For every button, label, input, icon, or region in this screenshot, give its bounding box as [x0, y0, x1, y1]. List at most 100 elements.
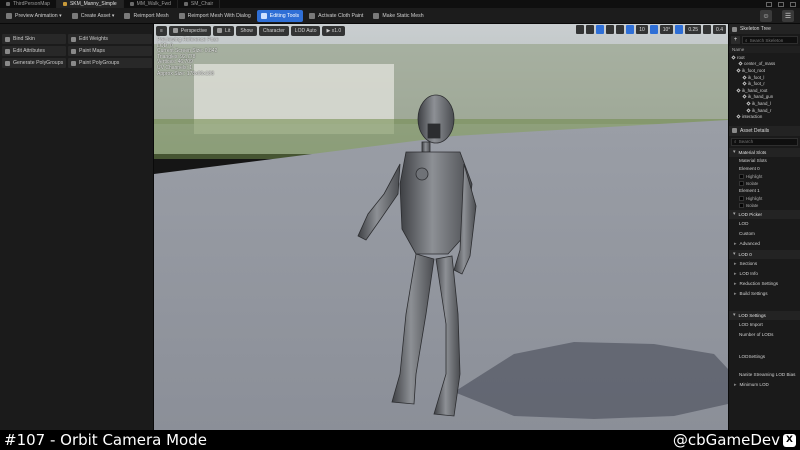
bone-icon: [742, 94, 747, 99]
button-label: Reimport Mesh With Dialog: [187, 12, 251, 19]
button-label: Lit: [225, 27, 231, 34]
element-0-isolate[interactable]: Isolate: [729, 180, 800, 187]
lod-auto-button[interactable]: LOD Auto: [290, 25, 321, 36]
material-swatch[interactable]: [739, 173, 744, 179]
scale-snap-icon[interactable]: [675, 25, 684, 34]
static-mesh-icon: [183, 2, 188, 6]
paint-icon: [71, 48, 76, 54]
material-slots-section[interactable]: Material Slots: [729, 147, 800, 157]
panel-title: Asset Details: [740, 127, 770, 134]
material-swatch[interactable]: [739, 180, 744, 186]
generate-polygroups-button[interactable]: Generate PolyGroups: [2, 58, 66, 68]
rotate-icon[interactable]: [596, 25, 605, 34]
animation-icon: [129, 2, 134, 6]
sections-row[interactable]: Sections: [729, 259, 800, 269]
reimport-mesh-button[interactable]: Reimport Mesh: [120, 10, 172, 22]
element-0-highlight[interactable]: Highlight: [729, 173, 800, 180]
material-swatch[interactable]: [739, 195, 744, 201]
preview-animation-button[interactable]: Preview Animation ▾: [2, 10, 66, 22]
minimum-lod-row[interactable]: Minimum LOD: [729, 380, 800, 390]
tree-item-center-of-mass[interactable]: center_of_mass: [729, 61, 800, 68]
element-1-isolate[interactable]: Isolate: [729, 202, 800, 209]
panel-title: Skeleton Tree: [740, 26, 771, 32]
skeleton-search-input[interactable]: ⌕ Search Skeleton: [742, 36, 798, 44]
tab-label: SM_Chair: [190, 1, 214, 7]
tab-skm-manny-simple[interactable]: SKM_Manny_Simple: [56, 0, 124, 8]
viewport[interactable]: ≡ Perspective Lit Show Character LOD Aut…: [154, 24, 728, 430]
make-static-mesh-button[interactable]: Make Static Mesh: [369, 10, 427, 22]
play-rate-button[interactable]: ▶ x1.0: [322, 25, 346, 36]
author-handle: @cbGameDev X: [673, 431, 800, 449]
rotation-snap-icon[interactable]: [649, 25, 658, 34]
build-settings-row[interactable]: Build Settings: [729, 289, 800, 299]
details-search-input[interactable]: ⌕ Search: [731, 137, 798, 146]
editing-tools-button[interactable]: Editing Tools: [256, 9, 304, 22]
lod-picker-section[interactable]: LOD Picker: [729, 209, 800, 219]
tree-item-ik-hand-gun[interactable]: ik_hand_gun: [729, 94, 800, 101]
button-label: Preview Animation ▾: [15, 12, 62, 19]
lod-info-row[interactable]: LOD Info: [729, 269, 800, 279]
tool-label: Edit Weights: [79, 36, 109, 42]
viewport-menu-button[interactable]: ≡: [156, 25, 167, 36]
item-label: root: [737, 54, 745, 60]
camera-speed-icon[interactable]: [703, 25, 712, 34]
option-label: Isolate: [746, 202, 759, 208]
weights-icon: [71, 36, 76, 42]
bind-skin-button[interactable]: Bind Skin: [2, 34, 66, 44]
element-1-highlight[interactable]: Highlight: [729, 195, 800, 202]
lit-icon: [217, 28, 223, 33]
document-tab-bar: ThirdPersonMap SKM_Manny_Simple MM_Walk_…: [0, 0, 800, 8]
material-swatch[interactable]: [739, 202, 744, 208]
viewport-stats: Previewing Reference Pose LOD: 0 Current…: [157, 37, 219, 77]
reimport-icon: [124, 12, 131, 19]
tab-mm-walk-fwd[interactable]: MM_Walk_Fwd: [124, 0, 178, 8]
tree-item-ik-foot-root[interactable]: ik_foot_root: [729, 67, 800, 74]
scale-snap-value[interactable]: 0.25: [685, 25, 702, 34]
grid-snap-value[interactable]: 10: [636, 25, 648, 34]
scale-icon[interactable]: [606, 25, 615, 34]
tree-item-ik-foot-l[interactable]: ik_foot_l: [729, 74, 800, 81]
tree-item-root[interactable]: root: [729, 54, 800, 61]
paint-maps-button[interactable]: Paint Maps: [68, 46, 152, 56]
minimize-icon[interactable]: [766, 1, 772, 7]
add-button[interactable]: +: [731, 36, 740, 44]
create-asset-button[interactable]: Create Asset ▾: [68, 10, 119, 22]
edit-weights-button[interactable]: Edit Weights: [68, 34, 152, 44]
activate-cloth-paint-button[interactable]: Activate Cloth Paint: [305, 10, 367, 22]
rotation-snap-value[interactable]: 10°: [659, 25, 674, 34]
character-mode-icon[interactable]: ☺: [760, 10, 772, 22]
edit-attributes-button[interactable]: Edit Attributes: [2, 46, 66, 56]
tree-item-interaction[interactable]: interaction: [729, 113, 800, 120]
camera-icon: [172, 28, 178, 33]
tab-thirdpersonmap[interactable]: ThirdPersonMap: [0, 0, 57, 8]
bone-icon: [736, 114, 741, 119]
bone-icon: [732, 26, 737, 32]
close-icon[interactable]: [790, 1, 796, 7]
window-controls: [766, 1, 800, 7]
reimport-mesh-dialog-button[interactable]: Reimport Mesh With Dialog: [175, 10, 255, 22]
tree-item-ik-hand-r[interactable]: ik_hand_r: [729, 107, 800, 114]
reduction-settings-row[interactable]: Reduction Settings: [729, 279, 800, 289]
world-local-icon[interactable]: [616, 25, 625, 34]
item-label: interaction: [742, 114, 763, 120]
tree-item-ik-foot-r[interactable]: ik_foot_r: [729, 80, 800, 87]
grid-snap-icon[interactable]: [626, 25, 635, 34]
tab-sm-chair[interactable]: SM_Chair: [178, 0, 221, 8]
perspective-button[interactable]: Perspective: [168, 25, 212, 36]
show-button[interactable]: Show: [236, 25, 257, 36]
tree-item-ik-hand-l[interactable]: ik_hand_l: [729, 100, 800, 107]
skeleton-mode-icon[interactable]: ☰: [782, 10, 794, 22]
name-column-header[interactable]: Name: [729, 46, 800, 53]
paint-polygroups-button[interactable]: Paint PolyGroups: [68, 58, 152, 68]
tree-item-ik-hand-root[interactable]: ik_hand_root: [729, 87, 800, 94]
lod-settings-section[interactable]: LOD Settings: [729, 310, 800, 320]
translate-icon[interactable]: [586, 25, 595, 34]
character-button[interactable]: Character: [258, 25, 289, 36]
lit-button[interactable]: Lit: [213, 25, 235, 36]
maximize-icon[interactable]: [778, 1, 784, 7]
advanced-row[interactable]: Advanced: [729, 239, 800, 249]
select-icon[interactable]: [576, 25, 585, 34]
bone-icon: [736, 68, 741, 73]
lod-0-section[interactable]: LOD 0: [729, 249, 800, 259]
camera-speed-value[interactable]: 0.4: [713, 25, 726, 34]
